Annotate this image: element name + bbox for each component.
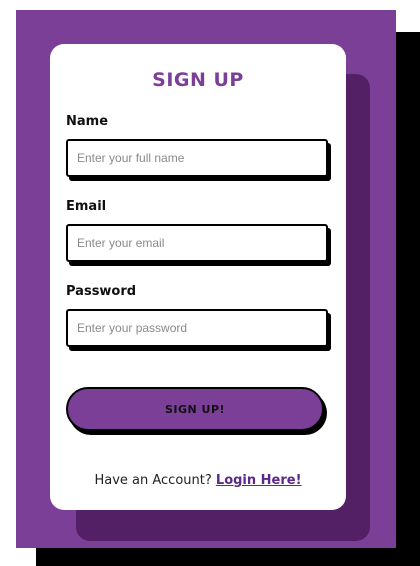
login-link[interactable]: Login Here!	[216, 473, 302, 488]
email-input[interactable]	[66, 224, 328, 262]
email-label: Email	[66, 199, 107, 214]
name-input[interactable]	[66, 139, 328, 177]
signup-button-wrapper: SIGN UP!	[66, 387, 327, 435]
password-label: Password	[66, 284, 137, 299]
login-prompt: Have an Account? Login Here!	[66, 473, 330, 488]
page-background: SIGN UP Name Email Password SIGN UP! Hav…	[0, 0, 420, 566]
page-title: SIGN UP	[152, 69, 244, 91]
login-prompt-text: Have an Account?	[94, 473, 212, 488]
signup-button[interactable]: SIGN UP!	[66, 387, 324, 431]
signup-card: SIGN UP Name Email Password SIGN UP! Hav…	[50, 44, 346, 510]
password-field-wrapper	[66, 309, 331, 351]
password-input[interactable]	[66, 309, 328, 347]
email-field-wrapper	[66, 224, 331, 266]
name-field-wrapper	[66, 139, 331, 181]
name-label: Name	[66, 114, 109, 129]
